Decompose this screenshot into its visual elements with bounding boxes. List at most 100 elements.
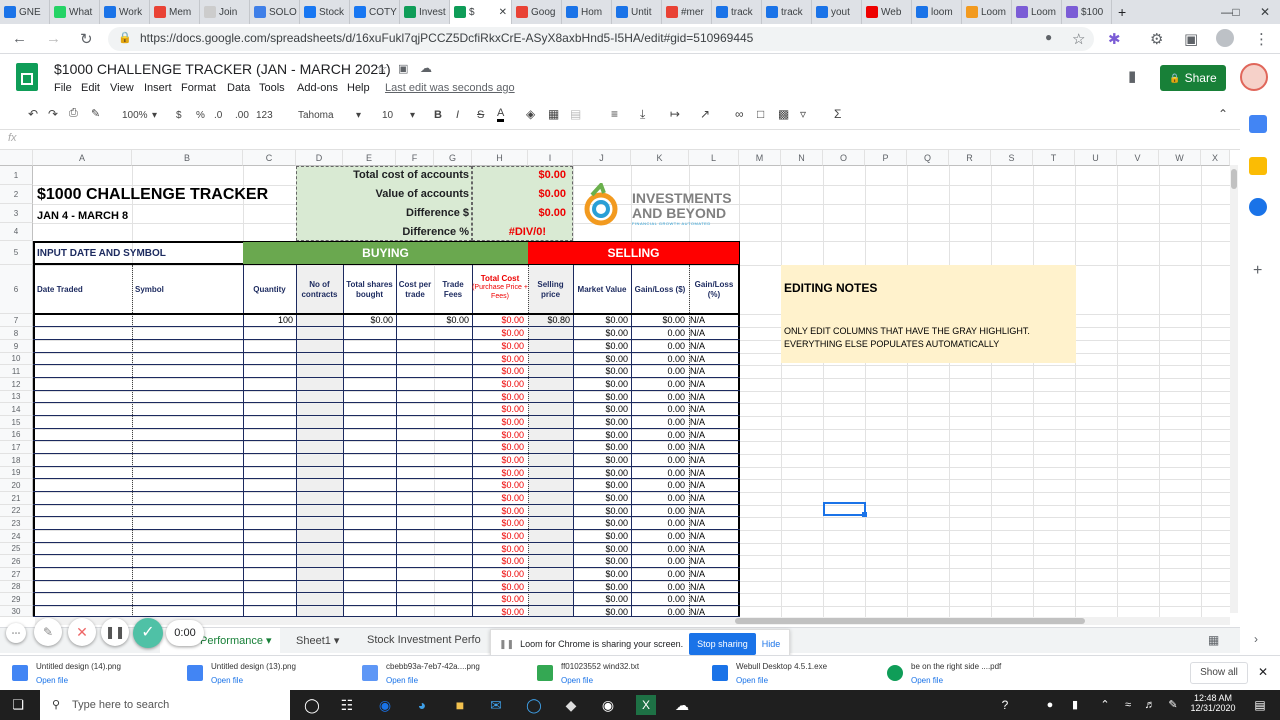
share-button[interactable]: 🔒 Share bbox=[1160, 65, 1226, 91]
column-header[interactable]: E bbox=[343, 150, 396, 166]
market-value-cell[interactable]: $0.00 bbox=[573, 404, 628, 414]
gain-loss-pct-cell[interactable]: N/A bbox=[690, 556, 705, 566]
market-value-cell[interactable]: $0.00 bbox=[573, 493, 628, 503]
insert-chart-icon[interactable]: ▩ bbox=[778, 107, 789, 121]
row-header[interactable]: 6 bbox=[0, 265, 33, 314]
loom-cancel-icon[interactable]: ✕ bbox=[68, 618, 96, 646]
market-value-cell[interactable]: $0.00 bbox=[573, 582, 628, 592]
browser-tab[interactable]: Work bbox=[100, 0, 150, 24]
gain-loss-cell[interactable]: 0.00 bbox=[631, 607, 685, 617]
move-folder-icon[interactable]: ▣ bbox=[398, 62, 408, 75]
gain-loss-cell[interactable]: 0.00 bbox=[631, 328, 685, 338]
gain-loss-pct-cell[interactable]: N/A bbox=[690, 468, 705, 478]
browser-tab[interactable]: Goog bbox=[512, 0, 562, 24]
bold-icon[interactable]: B bbox=[434, 109, 442, 121]
tab-sheet1[interactable]: Sheet1 ▾ bbox=[296, 634, 339, 647]
summary-value[interactable]: $0.00 bbox=[472, 169, 566, 181]
gain-loss-pct-cell[interactable]: N/A bbox=[690, 430, 705, 440]
extension-icon[interactable]: ✱ bbox=[1108, 30, 1121, 48]
market-value-cell[interactable]: $0.00 bbox=[573, 569, 628, 579]
excel-icon[interactable]: X bbox=[636, 695, 656, 715]
column-header[interactable]: W bbox=[1159, 150, 1201, 166]
hide-button[interactable]: Hide bbox=[762, 639, 781, 649]
menu-view[interactable]: View bbox=[110, 82, 134, 94]
menu-edit[interactable]: Edit bbox=[81, 82, 100, 94]
sheet-title[interactable]: $1000 CHALLENGE TRACKER bbox=[37, 186, 268, 204]
close-tab-icon[interactable]: ✕ bbox=[499, 7, 507, 18]
column-header[interactable]: L bbox=[689, 150, 739, 166]
gain-loss-pct-cell[interactable]: N/A bbox=[690, 442, 705, 452]
gain-loss-cell[interactable]: 0.00 bbox=[631, 442, 685, 452]
market-value-cell[interactable]: $0.00 bbox=[573, 417, 628, 427]
gain-loss-pct-cell[interactable]: N/A bbox=[690, 455, 705, 465]
total-cost-cell[interactable]: $0.00 bbox=[472, 379, 524, 389]
explore-icon[interactable]: ▦ bbox=[1208, 633, 1219, 647]
summary-value[interactable]: $0.00 bbox=[472, 207, 566, 219]
column-header[interactable]: V bbox=[1117, 150, 1159, 166]
row-header[interactable]: 14 bbox=[0, 403, 33, 416]
row-header[interactable]: 9 bbox=[0, 340, 33, 353]
fill-handle[interactable] bbox=[862, 512, 867, 517]
browser-tab[interactable]: Join bbox=[200, 0, 250, 24]
tray-icon[interactable]: ● bbox=[1040, 695, 1060, 715]
row-header[interactable]: 29 bbox=[0, 593, 33, 606]
sheets-logo-icon[interactable] bbox=[16, 63, 38, 91]
pen-icon[interactable]: ✎ bbox=[1163, 695, 1183, 715]
market-value-cell[interactable]: $0.00 bbox=[573, 594, 628, 604]
open-file-link[interactable]: Open file bbox=[36, 676, 68, 685]
stop-sharing-button[interactable]: Stop sharing bbox=[689, 633, 756, 655]
sheet-subtitle[interactable]: JAN 4 - MARCH 8 bbox=[37, 210, 128, 222]
vertical-scrollbar[interactable] bbox=[1230, 165, 1238, 613]
total-cost-cell[interactable]: $0.00 bbox=[472, 315, 524, 325]
total-cost-cell[interactable]: $0.00 bbox=[472, 404, 524, 414]
github-icon[interactable]: ◉ bbox=[598, 695, 618, 715]
row-header[interactable]: 11 bbox=[0, 365, 33, 378]
browser-tab[interactable]: What bbox=[50, 0, 100, 24]
total-cost-cell[interactable]: $0.00 bbox=[472, 480, 524, 490]
filter-icon[interactable]: ▿ bbox=[800, 107, 806, 121]
download-item[interactable]: Untitled design (13).png Open file bbox=[175, 659, 345, 689]
gain-loss-cell[interactable]: 0.00 bbox=[631, 430, 685, 440]
merge-cells-icon[interactable]: ▤ bbox=[570, 107, 581, 121]
browser-tab[interactable]: GNE bbox=[0, 0, 50, 24]
browser-tab[interactable]: Loom bbox=[1012, 0, 1062, 24]
mail-icon[interactable]: ✉ bbox=[486, 695, 506, 715]
gain-loss-pct-cell[interactable]: N/A bbox=[690, 607, 705, 617]
column-header[interactable]: S bbox=[991, 150, 1033, 166]
market-value-cell[interactable]: $0.00 bbox=[573, 480, 628, 490]
gain-loss-cell[interactable]: 0.00 bbox=[631, 518, 685, 528]
column-header[interactable]: H bbox=[472, 150, 528, 166]
gain-loss-cell[interactable]: 0.00 bbox=[631, 556, 685, 566]
gain-loss-pct-cell[interactable]: N/A bbox=[690, 518, 705, 528]
redo-icon[interactable]: ↷ bbox=[48, 107, 58, 121]
gain-loss-pct-cell[interactable]: N/A bbox=[690, 392, 705, 402]
browser-tab[interactable]: $100 bbox=[1062, 0, 1112, 24]
help-icon[interactable]: ? bbox=[995, 695, 1015, 715]
loom-draw-icon[interactable]: ✎ bbox=[34, 618, 62, 646]
gain-loss-pct-cell[interactable]: N/A bbox=[690, 315, 705, 325]
summary-value[interactable]: #DIV/0! bbox=[472, 226, 546, 238]
total-cost-cell[interactable]: $0.00 bbox=[472, 556, 524, 566]
editing-notes-box[interactable]: EDITING NOTES ONLY EDIT COLUMNS THAT HAV… bbox=[781, 265, 1076, 363]
italic-icon[interactable]: I bbox=[456, 109, 459, 121]
row-header[interactable]: 27 bbox=[0, 568, 33, 581]
insert-comment-icon[interactable]: □ bbox=[757, 107, 764, 121]
market-value-cell[interactable]: $0.00 bbox=[573, 506, 628, 516]
gain-loss-cell[interactable]: 0.00 bbox=[631, 493, 685, 503]
gain-loss-pct-cell[interactable]: N/A bbox=[690, 544, 705, 554]
text-wrap-icon[interactable]: ↦ bbox=[670, 107, 680, 121]
document-title[interactable]: $1000 CHALLENGE TRACKER (JAN - MARCH 202… bbox=[54, 61, 391, 77]
row-header[interactable]: 22 bbox=[0, 505, 33, 517]
total-cost-cell[interactable]: $0.00 bbox=[472, 607, 524, 617]
column-header[interactable]: U bbox=[1075, 150, 1117, 166]
market-value-cell[interactable]: $0.00 bbox=[573, 531, 628, 541]
edge-icon[interactable]: ◕ bbox=[412, 695, 432, 715]
menu-format[interactable]: Format bbox=[181, 82, 216, 94]
row-header[interactable]: 24 bbox=[0, 530, 33, 543]
file-explorer-icon[interactable]: ■ bbox=[450, 695, 470, 715]
fill-color-icon[interactable]: ◈ bbox=[526, 107, 535, 121]
gain-loss-cell[interactable]: 0.00 bbox=[631, 417, 685, 427]
gain-loss-pct-cell[interactable]: N/A bbox=[690, 366, 705, 376]
open-file-link[interactable]: Open file bbox=[911, 676, 943, 685]
total-cost-cell[interactable]: $0.00 bbox=[472, 518, 524, 528]
